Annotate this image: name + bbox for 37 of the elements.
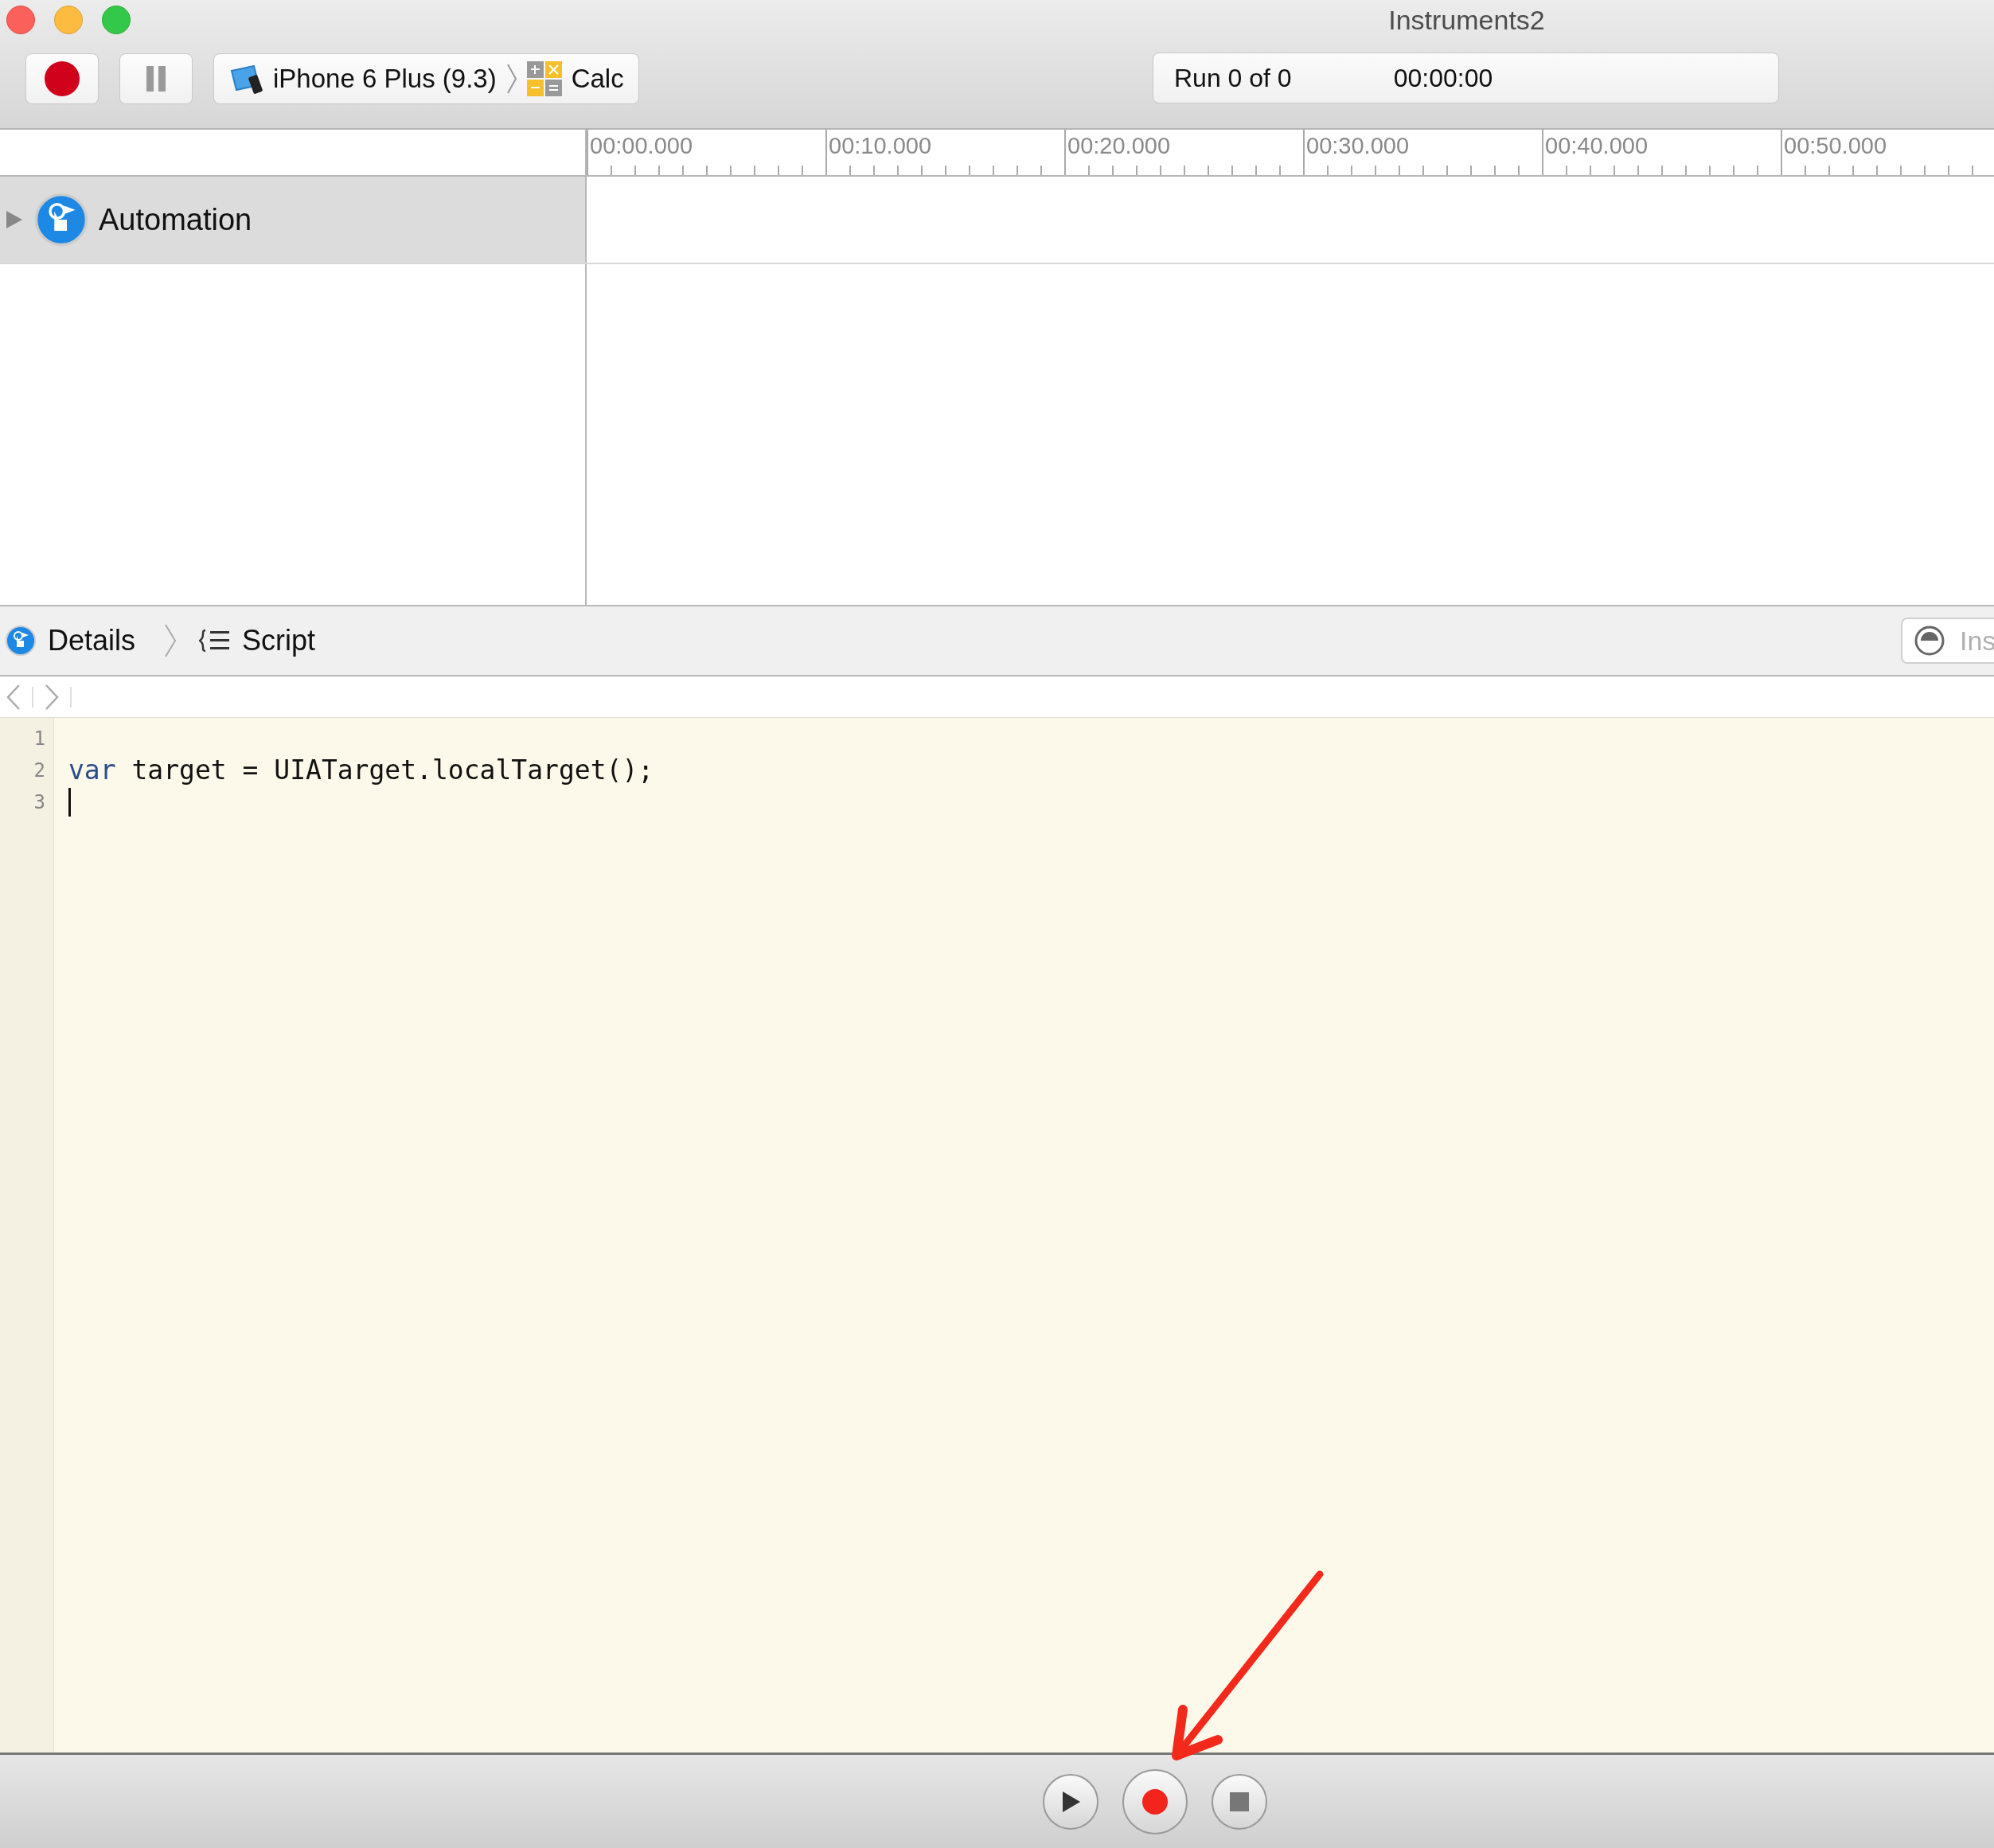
minimize-button[interactable]	[54, 6, 83, 34]
app-name: Calc	[571, 64, 624, 94]
breadcrumb-item[interactable]: Script	[242, 624, 316, 657]
breadcrumb-item[interactable]: Details	[48, 624, 136, 657]
device-name: iPhone 6 Plus (9.3)	[273, 64, 497, 94]
record-button[interactable]	[25, 53, 99, 104]
line-number: 1	[33, 727, 46, 751]
chevron-icon	[164, 623, 178, 658]
ruler-label: 00:40.000	[1542, 130, 1781, 175]
script-editor[interactable]: 1 2 3 var target = UIATarget.localTarget();	[0, 718, 1994, 1752]
stop-icon	[1228, 1791, 1250, 1812]
pause-button[interactable]	[119, 53, 193, 104]
automation-icon	[5, 625, 37, 657]
calculator-icon	[526, 61, 562, 96]
elapsed-time: 00:00:00	[1393, 63, 1493, 93]
pause-icon	[146, 65, 166, 92]
code-line: var target = UIATarget.localTarget();	[68, 754, 654, 786]
run-count: Run 0 of 0	[1174, 63, 1292, 93]
target-selector[interactable]: iPhone 6 Plus (9.3) Calc	[213, 53, 639, 104]
filter-icon	[1914, 625, 1945, 657]
line-number: 3	[33, 790, 46, 815]
track-name: Automation	[99, 202, 252, 237]
automation-icon	[33, 192, 89, 248]
chevron-icon	[505, 63, 517, 95]
ruler-label: 00:20.000	[1064, 130, 1303, 175]
close-button[interactable]	[6, 6, 35, 34]
ruler-label: 00:00.000	[587, 130, 825, 175]
ruler-label: 00:10.000	[825, 130, 1064, 175]
simulator-icon	[228, 63, 263, 95]
instrument-track[interactable]: Automation	[0, 177, 587, 263]
zoom-button[interactable]	[102, 6, 131, 34]
window-title: Instruments2	[1387, 5, 1545, 36]
script-list-icon	[199, 628, 232, 653]
line-number: 2	[33, 758, 46, 783]
ruler-label: 00:50.000	[1781, 130, 1994, 175]
ruler-label: 00:30.000	[1303, 130, 1542, 175]
record-icon	[1141, 1788, 1169, 1815]
